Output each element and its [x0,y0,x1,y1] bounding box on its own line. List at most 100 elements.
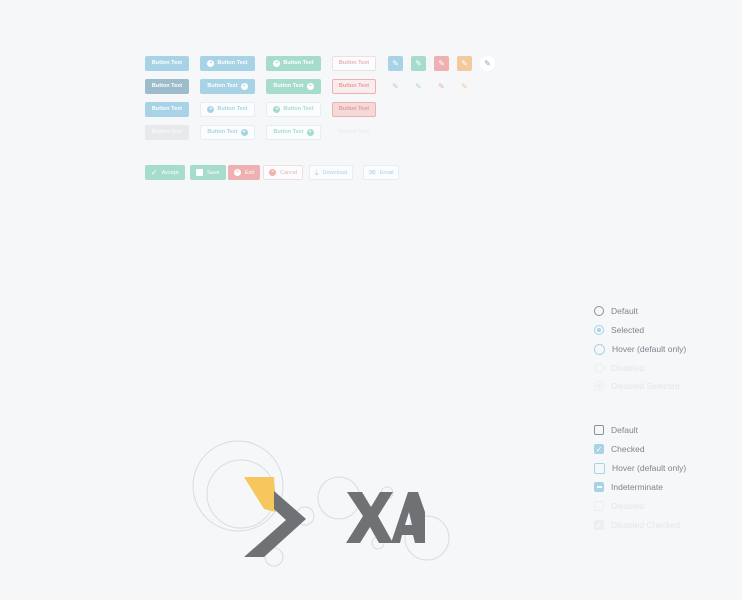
edit-button-blue[interactable]: ✎ [388,56,403,71]
download-label: Download [322,169,348,176]
pencil-icon: ✎ [484,59,491,68]
close-circle-icon: × [269,169,276,176]
pencil-icon: ✎ [461,59,468,68]
button-blue-solid-hover[interactable]: Button Text [145,79,189,94]
save-label: Save [207,169,220,176]
radio-label: Default [611,306,638,316]
button-label: Button Text [151,60,183,66]
checkbox-checked[interactable]: ✓ Checked [594,442,645,456]
plus-circle-icon: + [207,106,215,113]
accept-label: Accept [161,169,179,176]
edit-button-orange-ghost[interactable]: ✎ [457,79,472,94]
button-teal-outline-icon[interactable]: + Button Text [266,102,321,117]
checkmark-icon: ✓ [151,168,158,177]
edit-button-orange[interactable]: ✎ [457,56,472,71]
radio-disabled-selected[interactable]: Disabled Selected [594,379,680,393]
edit-button-plain[interactable]: ✎ [480,56,495,71]
radio-selected[interactable]: Selected [594,323,644,337]
exit-button[interactable]: × Exit [228,165,261,180]
checkbox-box [594,425,604,435]
pencil-icon: ✎ [392,59,399,68]
save-button[interactable]: Save [190,165,226,180]
floppy-disk-icon [196,169,203,176]
checkmark-icon: ✓ [594,520,604,530]
checkbox-indeterminate[interactable]: Indeterminate [594,480,663,494]
checkbox-label: Indeterminate [611,482,663,492]
button-label: Button Text [151,106,183,112]
radio-circle [594,343,605,355]
button-label: Button Text [151,83,183,89]
plus-circle-icon: + [240,129,248,136]
button-red-outline[interactable]: Button Text [332,56,376,71]
button-label: Button Text [283,60,314,66]
pencil-icon: ✎ [415,82,422,91]
radio-disabled[interactable]: Disabled [594,361,644,375]
email-button[interactable]: ✉ Email [363,165,400,180]
edit-button-red[interactable]: ✎ [434,56,449,71]
checkbox-label: Hover (default only) [612,463,687,473]
checkbox-disabled-checked[interactable]: ✓ Disabled Checked [594,518,680,532]
button-teal-icon-left[interactable]: + Button Text [266,56,321,71]
radio-label: Disabled Selected [611,381,680,391]
radio-hover[interactable]: Hover (default only) [594,342,686,356]
button-red-outline-active[interactable]: Button Text [332,102,376,117]
button-label: Button Text [273,129,304,135]
radio-circle [594,363,604,373]
accept-button[interactable]: ✓ Accept [145,165,185,180]
button-label: Button Text [338,129,370,135]
edit-button-teal-ghost[interactable]: ✎ [411,79,426,94]
radio-circle [594,306,604,316]
edit-button-blue-ghost[interactable]: ✎ [388,79,403,94]
button-label: Button Text [273,83,304,89]
checkbox-box [594,501,604,511]
checkbox-box [594,462,605,474]
button-blue-solid-disabled[interactable]: Button Text [145,125,189,140]
button-label: Button Text [217,106,248,112]
edit-button-teal[interactable]: ✎ [411,56,426,71]
button-teal-outline-icon-right[interactable]: Button Text + [266,125,321,140]
button-teal-icon-right[interactable]: Button Text + [266,79,321,94]
pencil-icon: ✎ [415,59,422,68]
checkbox-disabled[interactable]: Disabled [594,499,644,513]
logo-a-letter [391,492,425,543]
download-button[interactable]: ⤓ Download [309,165,354,180]
button-red-outline-hover[interactable]: Button Text [332,79,376,94]
button-label: Button Text [338,106,370,112]
edit-button-red-ghost[interactable]: ✎ [434,79,449,94]
plus-circle-icon: + [306,129,314,136]
radio-default[interactable]: Default [594,304,638,318]
button-label: Button Text [338,60,370,66]
radio-label: Disabled [611,363,645,373]
pencil-icon: ✎ [461,82,468,91]
checkbox-default[interactable]: Default [594,423,638,437]
radio-circle [594,325,604,335]
checkbox-label: Disabled Checked [611,520,680,530]
checkbox-hover[interactable]: Hover (default only) [594,461,686,475]
logo-x-letter [346,492,393,543]
pencil-icon: ✎ [438,59,445,68]
checkbox-label: Disabled [611,501,645,511]
button-label: Button Text [283,106,314,112]
radio-circle [594,381,604,391]
button-blue-solid-active[interactable]: Button Text [145,102,189,117]
button-blue-icon-left[interactable]: + Button Text [200,56,255,71]
button-label: Button Text [151,129,183,135]
button-blue-solid[interactable]: Button Text [145,56,189,71]
cancel-button[interactable]: × Cancel [263,165,304,180]
logo-yellow-shape [244,477,276,512]
button-blue-outline-icon[interactable]: + Button Text [200,102,255,117]
button-blue-outline-icon-right[interactable]: Button Text + [200,125,255,140]
button-label: Button Text [338,83,370,89]
button-blue-icon-right[interactable]: Button Text + [200,79,255,94]
close-circle-icon: × [234,169,241,176]
radio-label: Hover (default only) [612,344,687,354]
checkbox-label: Checked [611,444,645,454]
button-red-outline-disabled[interactable]: Button Text [332,125,376,140]
logo-chevron [244,491,306,557]
plus-circle-icon: + [273,106,281,113]
checkmark-icon: ✓ [594,444,604,454]
checkbox-label: Default [611,425,638,435]
exit-label: Exit [245,169,255,176]
button-label: Button Text [207,129,238,135]
button-label: Button Text [207,83,238,89]
